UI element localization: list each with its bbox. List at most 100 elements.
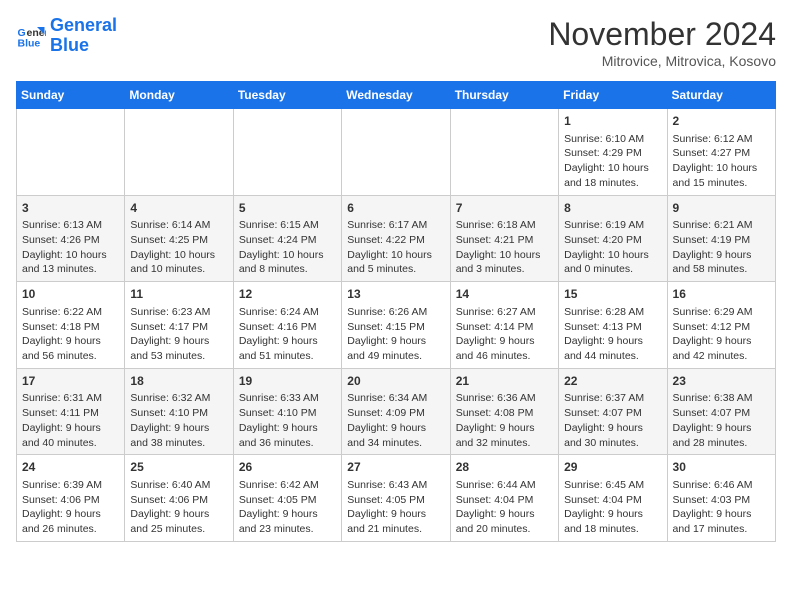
day-info: Sunrise: 6:14 AM Sunset: 4:25 PM Dayligh… [130, 218, 227, 277]
day-number: 8 [564, 200, 661, 217]
weekday-header-tuesday: Tuesday [233, 82, 341, 109]
day-info: Sunrise: 6:22 AM Sunset: 4:18 PM Dayligh… [22, 305, 119, 364]
calendar-cell: 30 Sunrise: 6:46 AM Sunset: 4:03 PM Dayli… [667, 455, 775, 542]
day-info: Sunrise: 6:38 AM Sunset: 4:07 PM Dayligh… [673, 391, 770, 450]
day-number: 28 [456, 459, 553, 476]
calendar-cell [233, 109, 341, 196]
day-number: 6 [347, 200, 444, 217]
header: G eneral Blue General Blue November 2024… [16, 16, 776, 69]
day-number: 1 [564, 113, 661, 130]
day-number: 5 [239, 200, 336, 217]
calendar-cell: 7Sunrise: 6:18 AM Sunset: 4:21 PM Daylig… [450, 195, 558, 282]
day-info: Sunrise: 6:46 AM Sunset: 4:03 PM Dayligh… [673, 478, 770, 537]
day-number: 21 [456, 373, 553, 390]
day-info: Sunrise: 6:44 AM Sunset: 4:04 PM Dayligh… [456, 478, 553, 537]
weekday-header-wednesday: Wednesday [342, 82, 450, 109]
week-row-2: 3Sunrise: 6:13 AM Sunset: 4:26 PM Daylig… [17, 195, 776, 282]
logo: G eneral Blue General Blue [16, 16, 117, 56]
day-info: Sunrise: 6:10 AM Sunset: 4:29 PM Dayligh… [564, 132, 661, 191]
day-info: Sunrise: 6:12 AM Sunset: 4:27 PM Dayligh… [673, 132, 770, 191]
day-info: Sunrise: 6:40 AM Sunset: 4:06 PM Dayligh… [130, 478, 227, 537]
svg-text:Blue: Blue [18, 37, 41, 49]
day-number: 26 [239, 459, 336, 476]
week-row-5: 24 Sunrise: 6:39 AM Sunset: 4:06 PM Dayli… [17, 455, 776, 542]
calendar-cell: 25 Sunrise: 6:40 AM Sunset: 4:06 PM Dayli… [125, 455, 233, 542]
day-info: Sunrise: 6:21 AM Sunset: 4:19 PM Dayligh… [673, 218, 770, 277]
calendar-cell [342, 109, 450, 196]
title-area: November 2024 Mitrovice, Mitrovica, Koso… [548, 16, 776, 69]
day-number: 23 [673, 373, 770, 390]
calendar-cell: 12Sunrise: 6:24 AM Sunset: 4:16 PM Dayli… [233, 282, 341, 369]
calendar-cell: 16 Sunrise: 6:29 AM Sunset: 4:12 PM Dayli… [667, 282, 775, 369]
calendar-cell: 24 Sunrise: 6:39 AM Sunset: 4:06 PM Dayli… [17, 455, 125, 542]
month-title: November 2024 [548, 16, 776, 53]
day-info: Sunrise: 6:32 AM Sunset: 4:10 PM Dayligh… [130, 391, 227, 450]
calendar-cell: 21Sunrise: 6:36 AM Sunset: 4:08 PM Dayli… [450, 368, 558, 455]
day-info: Sunrise: 6:28 AM Sunset: 4:13 PM Dayligh… [564, 305, 661, 364]
calendar-cell: 8Sunrise: 6:19 AM Sunset: 4:20 PM Daylig… [559, 195, 667, 282]
calendar-cell: 26 Sunrise: 6:42 AM Sunset: 4:05 PM Dayli… [233, 455, 341, 542]
day-number: 3 [22, 200, 119, 217]
logo-blue: Blue [50, 35, 89, 55]
day-number: 16 [673, 286, 770, 303]
day-number: 18 [130, 373, 227, 390]
day-info: Sunrise: 6:27 AM Sunset: 4:14 PM Dayligh… [456, 305, 553, 364]
day-number: 17 [22, 373, 119, 390]
day-info: Sunrise: 6:13 AM Sunset: 4:26 PM Dayligh… [22, 218, 119, 277]
week-row-4: 17Sunrise: 6:31 AM Sunset: 4:11 PM Dayli… [17, 368, 776, 455]
calendar-cell: 11 Sunrise: 6:23 AM Sunset: 4:17 PM Dayli… [125, 282, 233, 369]
logo-text: General Blue [50, 16, 117, 56]
day-number: 11 [130, 286, 227, 303]
day-number: 13 [347, 286, 444, 303]
calendar-cell: 13 Sunrise: 6:26 AM Sunset: 4:15 PM Dayli… [342, 282, 450, 369]
day-info: Sunrise: 6:15 AM Sunset: 4:24 PM Dayligh… [239, 218, 336, 277]
day-info: Sunrise: 6:39 AM Sunset: 4:06 PM Dayligh… [22, 478, 119, 537]
day-number: 10 [22, 286, 119, 303]
day-info: Sunrise: 6:26 AM Sunset: 4:15 PM Dayligh… [347, 305, 444, 364]
calendar-cell: 9Sunrise: 6:21 AM Sunset: 4:19 PM Daylig… [667, 195, 775, 282]
calendar-cell: 27Sunrise: 6:43 AM Sunset: 4:05 PM Dayli… [342, 455, 450, 542]
day-number: 20 [347, 373, 444, 390]
weekday-header-saturday: Saturday [667, 82, 775, 109]
day-number: 4 [130, 200, 227, 217]
calendar-cell: 23Sunrise: 6:38 AM Sunset: 4:07 PM Dayli… [667, 368, 775, 455]
calendar-cell: 20Sunrise: 6:34 AM Sunset: 4:09 PM Dayli… [342, 368, 450, 455]
calendar-cell: 22Sunrise: 6:37 AM Sunset: 4:07 PM Dayli… [559, 368, 667, 455]
weekday-header-thursday: Thursday [450, 82, 558, 109]
calendar-cell: 15 Sunrise: 6:28 AM Sunset: 4:13 PM Dayli… [559, 282, 667, 369]
day-number: 19 [239, 373, 336, 390]
weekday-header-sunday: Sunday [17, 82, 125, 109]
weekday-header-row: SundayMondayTuesdayWednesdayThursdayFrid… [17, 82, 776, 109]
calendar-cell: 2Sunrise: 6:12 AM Sunset: 4:27 PM Daylig… [667, 109, 775, 196]
calendar-cell: 6Sunrise: 6:17 AM Sunset: 4:22 PM Daylig… [342, 195, 450, 282]
day-number: 25 [130, 459, 227, 476]
calendar-cell: 14 Sunrise: 6:27 AM Sunset: 4:14 PM Dayli… [450, 282, 558, 369]
week-row-3: 10 Sunrise: 6:22 AM Sunset: 4:18 PM Dayli… [17, 282, 776, 369]
calendar-cell: 28 Sunrise: 6:44 AM Sunset: 4:04 PM Dayli… [450, 455, 558, 542]
calendar-cell: 1 Sunrise: 6:10 AM Sunset: 4:29 PM Daylig… [559, 109, 667, 196]
calendar-cell: 18Sunrise: 6:32 AM Sunset: 4:10 PM Dayli… [125, 368, 233, 455]
week-row-1: 1 Sunrise: 6:10 AM Sunset: 4:29 PM Daylig… [17, 109, 776, 196]
day-number: 9 [673, 200, 770, 217]
day-number: 24 [22, 459, 119, 476]
day-number: 15 [564, 286, 661, 303]
calendar-cell: 29Sunrise: 6:45 AM Sunset: 4:04 PM Dayli… [559, 455, 667, 542]
calendar-cell: 5Sunrise: 6:15 AM Sunset: 4:24 PM Daylig… [233, 195, 341, 282]
calendar-cell: 3Sunrise: 6:13 AM Sunset: 4:26 PM Daylig… [17, 195, 125, 282]
day-number: 7 [456, 200, 553, 217]
calendar-cell [450, 109, 558, 196]
day-info: Sunrise: 6:29 AM Sunset: 4:12 PM Dayligh… [673, 305, 770, 364]
day-number: 29 [564, 459, 661, 476]
day-info: Sunrise: 6:42 AM Sunset: 4:05 PM Dayligh… [239, 478, 336, 537]
calendar-table: SundayMondayTuesdayWednesdayThursdayFrid… [16, 81, 776, 542]
day-number: 14 [456, 286, 553, 303]
calendar-cell: 17Sunrise: 6:31 AM Sunset: 4:11 PM Dayli… [17, 368, 125, 455]
calendar-cell: 19Sunrise: 6:33 AM Sunset: 4:10 PM Dayli… [233, 368, 341, 455]
day-number: 27 [347, 459, 444, 476]
day-info: Sunrise: 6:23 AM Sunset: 4:17 PM Dayligh… [130, 305, 227, 364]
day-number: 30 [673, 459, 770, 476]
day-info: Sunrise: 6:24 AM Sunset: 4:16 PM Dayligh… [239, 305, 336, 364]
calendar-cell: 10 Sunrise: 6:22 AM Sunset: 4:18 PM Dayli… [17, 282, 125, 369]
weekday-header-monday: Monday [125, 82, 233, 109]
day-info: Sunrise: 6:17 AM Sunset: 4:22 PM Dayligh… [347, 218, 444, 277]
